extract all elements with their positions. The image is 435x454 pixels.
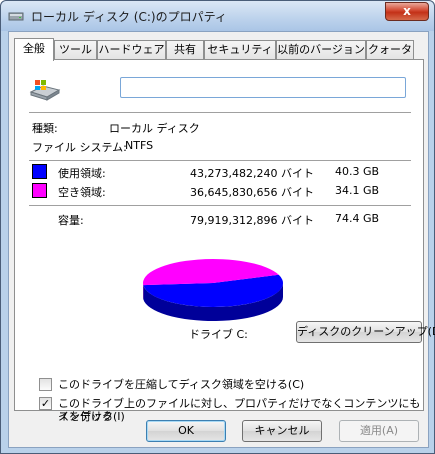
index-checkbox[interactable]: ✓ bbox=[39, 397, 52, 410]
separator bbox=[29, 160, 411, 161]
separator bbox=[29, 112, 411, 113]
tab-previous-versions[interactable]: 以前のバージョン bbox=[276, 40, 366, 59]
dialog-client: 全般 ツール ハードウェア 共有 セキュリティ 以前のバージョン クォータ 種類… bbox=[8, 31, 435, 448]
tab-strip: 全般 ツール ハードウェア 共有 セキュリティ 以前のバージョン クォータ bbox=[14, 38, 426, 61]
separator bbox=[29, 205, 411, 206]
general-panel: 種類: ローカル ディスク ファイル システム: NTFS 使用領域: 43,2… bbox=[14, 59, 435, 423]
apply-button[interactable]: 適用(A) bbox=[339, 420, 419, 442]
type-label: 種類: bbox=[32, 122, 58, 135]
compress-label: このドライブを圧縮してディスク領域を空ける(C) bbox=[58, 378, 305, 391]
compress-checkbox[interactable] bbox=[39, 378, 52, 391]
tab-sharing[interactable]: 共有 bbox=[166, 40, 204, 59]
tab-tools[interactable]: ツール bbox=[54, 40, 97, 59]
tab-general[interactable]: 全般 bbox=[14, 38, 54, 61]
type-value: ローカル ディスク bbox=[109, 122, 200, 135]
free-space-swatch bbox=[32, 183, 47, 198]
used-space-swatch bbox=[32, 164, 47, 179]
filesystem-label: ファイル システム: bbox=[32, 141, 127, 154]
drive-name-input[interactable] bbox=[120, 77, 406, 98]
capacity-bytes: 79,919,312,896 バイト bbox=[190, 214, 314, 227]
used-space-gb: 40.3 GB bbox=[335, 165, 380, 178]
local-drive-icon bbox=[29, 80, 61, 101]
tab-hardware[interactable]: ハードウェア bbox=[97, 40, 166, 59]
filesystem-value: NTFS bbox=[125, 139, 154, 152]
free-space-bytes: 36,645,830,656 バイト bbox=[190, 186, 314, 199]
drive-label: ドライブ C: bbox=[189, 328, 248, 341]
capacity-gb: 74.4 GB bbox=[335, 212, 380, 225]
drive-icon bbox=[8, 12, 24, 21]
disk-usage-pie-chart bbox=[143, 259, 283, 321]
disk-cleanup-button[interactable]: ディスクのクリーンアップ(D) bbox=[296, 321, 435, 343]
title-bar[interactable]: ローカル ディスク (C:)のプロパティ x bbox=[1, 1, 434, 31]
properties-dialog: ローカル ディスク (C:)のプロパティ x 全般 ツール ハードウェア 共有 … bbox=[0, 0, 435, 454]
cancel-button[interactable]: キャンセル bbox=[242, 420, 322, 442]
ok-button[interactable]: OK bbox=[146, 420, 226, 442]
free-space-label: 空き領域: bbox=[58, 186, 106, 199]
free-space-gb: 34.1 GB bbox=[335, 184, 380, 197]
close-button[interactable]: x bbox=[385, 2, 429, 21]
used-space-bytes: 43,273,482,240 バイト bbox=[190, 167, 314, 180]
used-space-label: 使用領域: bbox=[58, 167, 106, 180]
capacity-label: 容量: bbox=[58, 214, 84, 227]
index-label-line2: スを付ける(I) bbox=[58, 410, 125, 423]
window-title: ローカル ディスク (C:)のプロパティ bbox=[31, 10, 227, 24]
tab-quota[interactable]: クォータ bbox=[366, 40, 414, 59]
tab-security[interactable]: セキュリティ bbox=[204, 40, 276, 59]
